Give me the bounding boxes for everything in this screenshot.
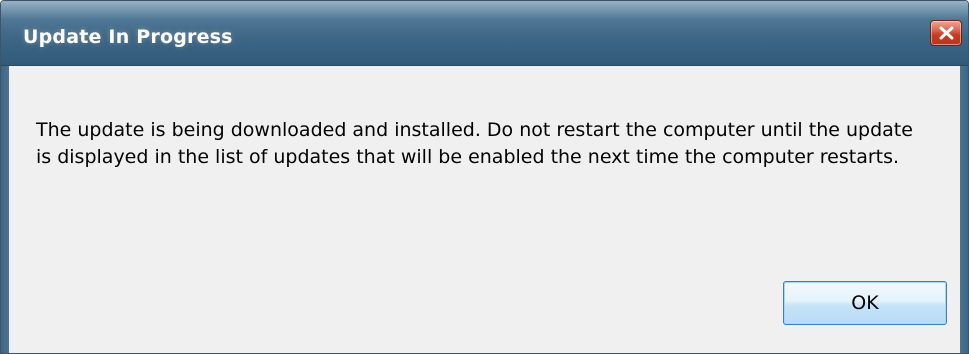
dialog-message: The update is being downloaded and insta… [36,119,913,168]
close-button[interactable] [930,20,962,46]
dialog-body: The update is being downloaded and insta… [9,66,960,353]
ok-button[interactable]: OK [783,281,947,325]
window-frame-right [960,66,968,353]
title-bar[interactable]: Update In Progress [1,1,968,66]
title-bar-sheen [1,1,968,19]
dialog-title: Update In Progress [23,26,233,48]
window-frame-left [1,66,9,353]
update-dialog: Update In Progress The update is being d… [0,0,969,354]
close-icon [939,26,954,40]
